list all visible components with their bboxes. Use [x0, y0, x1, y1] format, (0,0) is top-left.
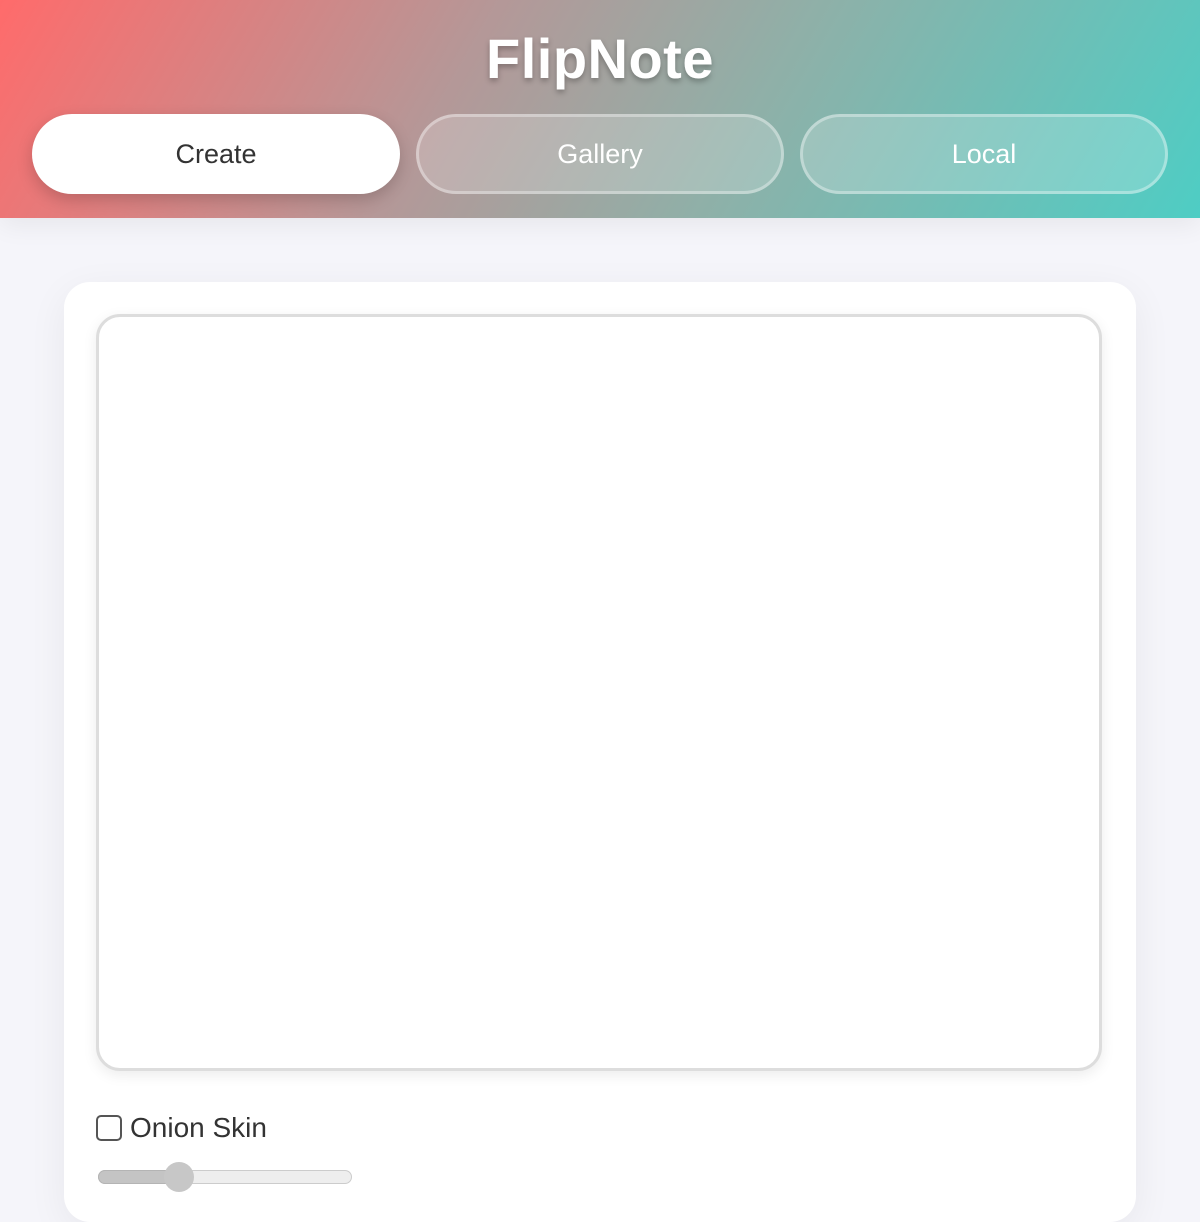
onion-skin-control: Onion Skin [96, 1110, 267, 1146]
app-header: FlipNote Create Gallery Local [0, 0, 1200, 218]
app-title: FlipNote [486, 27, 714, 90]
tab-create[interactable]: Create [32, 114, 400, 194]
onion-skin-slider[interactable] [98, 1162, 352, 1192]
onion-skin-label: Onion Skin [130, 1112, 267, 1143]
onion-skin-checkbox[interactable] [96, 1115, 122, 1141]
tab-local[interactable]: Local [800, 114, 1168, 194]
tab-gallery[interactable]: Gallery [416, 114, 784, 194]
slider-thumb[interactable] [164, 1162, 194, 1192]
editor-card: Onion Skin [64, 282, 1136, 1222]
drawing-canvas[interactable] [96, 314, 1102, 1071]
